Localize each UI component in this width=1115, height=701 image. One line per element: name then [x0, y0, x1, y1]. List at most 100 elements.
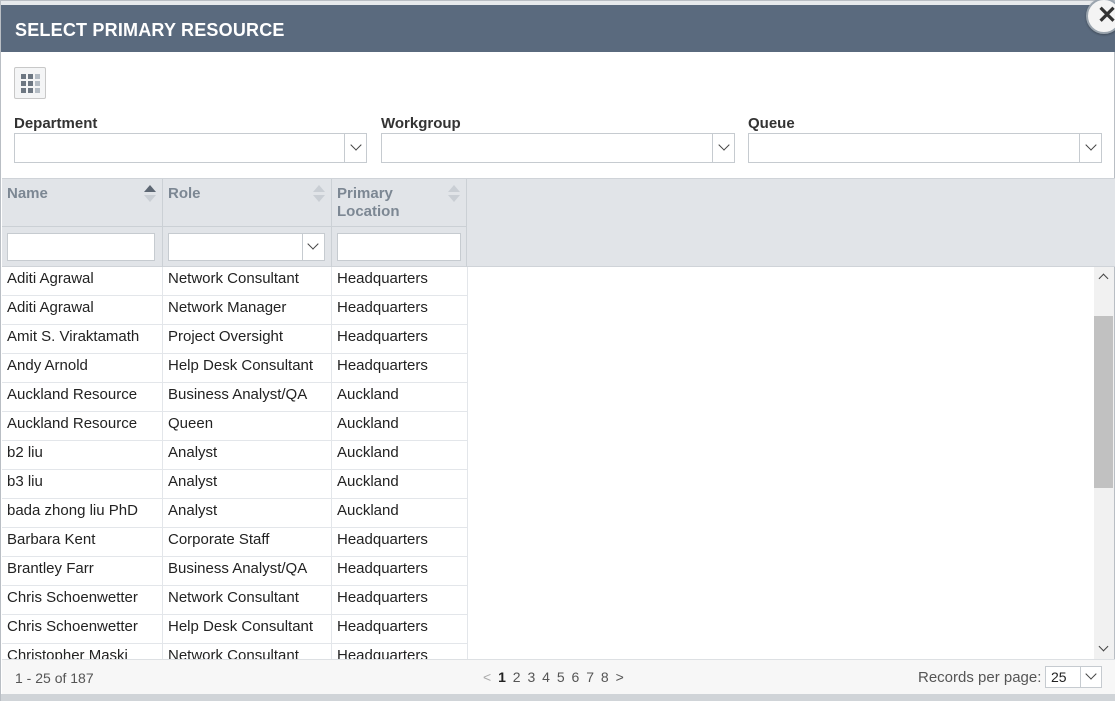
sort-icon[interactable]	[144, 185, 156, 205]
grid-footer: 1 - 25 of 187 < 1 2 3 4 5 6 7 8 > Record…	[2, 659, 1115, 694]
records-per-page-select[interactable]: 25	[1045, 666, 1102, 688]
name-cell: Auckland Resource	[2, 383, 163, 411]
location-cell: Headquarters	[332, 325, 468, 353]
name-cell: Chris Schoenwetter	[2, 615, 163, 643]
location-cell: Headquarters	[332, 644, 468, 659]
chevron-down-icon[interactable]	[1098, 641, 1109, 652]
page-link[interactable]: 2	[513, 669, 521, 685]
role-cell: Analyst	[163, 499, 332, 527]
name-filter-cell	[2, 226, 163, 267]
close-icon: ✕	[1097, 2, 1115, 29]
role-cell: Business Analyst/QA	[163, 557, 332, 585]
chevron-down-icon	[712, 134, 734, 162]
role-cell: Analyst	[163, 441, 332, 469]
column-header-role[interactable]: Role	[163, 179, 332, 226]
page-link[interactable]: 6	[572, 669, 580, 685]
chevron-up-icon[interactable]	[1098, 273, 1109, 284]
workgroup-label: Workgroup	[381, 115, 461, 132]
role-cell: Network Consultant	[163, 644, 332, 659]
grid-header: Name Role Primary Location	[2, 178, 1115, 267]
location-cell: Headquarters	[332, 267, 468, 295]
column-header-label: Primary Location	[337, 185, 400, 220]
scrollbar-thumb[interactable]	[1094, 316, 1113, 488]
role-cell: Queen	[163, 412, 332, 440]
grid-view-button[interactable]	[14, 67, 46, 99]
name-cell: b3 liu	[2, 470, 163, 498]
role-cell: Help Desk Consultant	[163, 615, 332, 643]
table-row[interactable]: b3 liu Analyst Auckland	[2, 470, 468, 499]
location-cell: Auckland	[332, 383, 468, 411]
role-cell: Network Consultant	[163, 586, 332, 614]
table-row[interactable]: Brantley Farr Business Analyst/QA Headqu…	[2, 557, 468, 586]
page-link[interactable]: 5	[557, 669, 565, 685]
table-row[interactable]: Chris Schoenwetter Network Consultant He…	[2, 586, 468, 615]
page-link[interactable]: 3	[527, 669, 535, 685]
sort-icon[interactable]	[448, 185, 460, 205]
name-cell: bada zhong liu PhD	[2, 499, 163, 527]
table-row[interactable]: Amit S. Viraktamath Project Oversight He…	[2, 325, 468, 354]
prev-page-button[interactable]: <	[483, 669, 491, 685]
chevron-down-icon	[344, 134, 366, 162]
location-filter-input[interactable]	[337, 233, 461, 261]
name-cell: Barbara Kent	[2, 528, 163, 556]
role-filter-cell	[163, 226, 332, 267]
record-range: 1 - 25 of 187	[15, 670, 94, 686]
table-row[interactable]: Auckland Resource Queen Auckland	[2, 412, 468, 441]
role-cell: Project Oversight	[163, 325, 332, 353]
chevron-down-icon	[1080, 667, 1101, 687]
queue-select[interactable]	[748, 133, 1102, 163]
name-cell: Amit S. Viraktamath	[2, 325, 163, 353]
role-cell: Corporate Staff	[163, 528, 332, 556]
name-cell: b2 liu	[2, 441, 163, 469]
name-cell: Chris Schoenwetter	[2, 586, 163, 614]
name-filter-input[interactable]	[7, 233, 155, 261]
page-link[interactable]: 8	[601, 669, 609, 685]
dialog-bottom-border	[1, 694, 1115, 701]
records-per-page-label: Records per page:	[918, 669, 1042, 686]
department-select[interactable]	[14, 133, 367, 163]
role-filter-select[interactable]	[168, 233, 325, 261]
page-link-current[interactable]: 1	[498, 669, 506, 685]
column-header-label: Name	[7, 185, 48, 202]
column-header-primary-location[interactable]: Primary Location	[332, 179, 467, 226]
location-cell: Auckland	[332, 441, 468, 469]
table-row[interactable]: bada zhong liu PhD Analyst Auckland	[2, 499, 468, 528]
grid-scrollbar[interactable]	[1094, 267, 1114, 659]
table-row[interactable]: b2 liu Analyst Auckland	[2, 441, 468, 470]
name-cell: Auckland Resource	[2, 412, 163, 440]
table-row[interactable]: Auckland Resource Business Analyst/QA Au…	[2, 383, 468, 412]
queue-label: Queue	[748, 115, 795, 132]
table-row[interactable]: Chris Schoenwetter Help Desk Consultant …	[2, 615, 468, 644]
location-cell: Auckland	[332, 412, 468, 440]
next-page-button[interactable]: >	[616, 669, 624, 685]
sort-icon[interactable]	[313, 185, 325, 205]
location-cell: Headquarters	[332, 528, 468, 556]
table-row[interactable]: Aditi Agrawal Network Manager Headquarte…	[2, 296, 468, 325]
chevron-down-icon	[1079, 134, 1101, 162]
column-header-name[interactable]: Name	[2, 179, 163, 226]
pagination: < 1 2 3 4 5 6 7 8 >	[483, 669, 627, 685]
select-resource-dialog: SELECT PRIMARY RESOURCE ✕ Department Wor…	[0, 0, 1115, 701]
page-link[interactable]: 7	[586, 669, 594, 685]
department-label: Department	[14, 115, 98, 132]
dialog-titlebar: SELECT PRIMARY RESOURCE	[1, 1, 1115, 52]
chevron-down-icon	[302, 234, 324, 260]
role-cell: Analyst	[163, 470, 332, 498]
role-cell: Help Desk Consultant	[163, 354, 332, 382]
table-row[interactable]: Christopher Maski Network Consultant Hea…	[2, 644, 468, 659]
page-link[interactable]: 4	[542, 669, 550, 685]
name-cell: Christopher Maski	[2, 644, 163, 659]
location-filter-cell	[332, 226, 467, 267]
dialog-title: SELECT PRIMARY RESOURCE	[15, 20, 285, 40]
name-cell: Aditi Agrawal	[2, 296, 163, 324]
table-row[interactable]: Aditi Agrawal Network Consultant Headqua…	[2, 267, 468, 296]
table-row[interactable]: Barbara Kent Corporate Staff Headquarter…	[2, 528, 468, 557]
location-cell: Headquarters	[332, 557, 468, 585]
grid-body: Aditi Agrawal Network Consultant Headqua…	[2, 267, 1095, 659]
location-cell: Headquarters	[332, 586, 468, 614]
workgroup-select[interactable]	[381, 133, 735, 163]
name-cell: Andy Arnold	[2, 354, 163, 382]
column-header-label: Role	[168, 185, 201, 202]
table-row[interactable]: Andy Arnold Help Desk Consultant Headqua…	[2, 354, 468, 383]
records-per-page-value: 25	[1051, 669, 1067, 685]
